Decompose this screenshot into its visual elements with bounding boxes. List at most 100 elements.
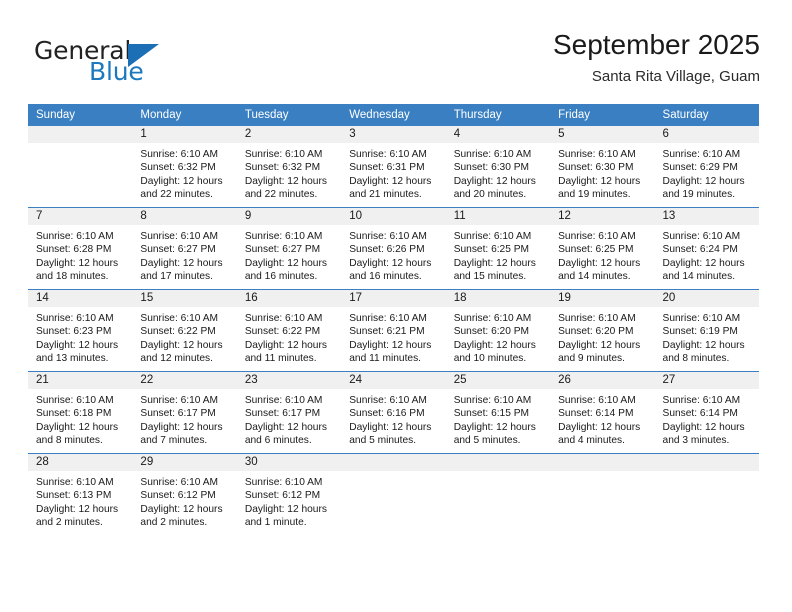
daylight-text-line1: Daylight: 12 hours bbox=[349, 257, 432, 269]
sunset-text: Sunset: 6:31 PM bbox=[349, 162, 425, 174]
day-details: Sunrise: 6:10 AM Sunset: 6:27 PM Daylight:… bbox=[237, 225, 341, 284]
day-cell[interactable]: 6 Sunrise: 6:10 AM Sunset: 6:29 PM Daylight… bbox=[654, 126, 759, 208]
daylight-text-line2: and 19 minutes. bbox=[662, 189, 736, 201]
day-number: 27 bbox=[654, 372, 759, 389]
sunset-text: Sunset: 6:14 PM bbox=[662, 408, 738, 420]
day-details: Sunrise: 6:10 AM Sunset: 6:30 PM Daylight:… bbox=[446, 143, 550, 202]
weekday-header-monday: Monday bbox=[132, 104, 237, 126]
daylight-text-line1: Daylight: 12 hours bbox=[453, 175, 536, 187]
day-number: 14 bbox=[28, 290, 133, 307]
day-cell[interactable]: 16 Sunrise: 6:10 AM Sunset: 6:22 PM Dayligh… bbox=[236, 289, 342, 372]
day-cell[interactable]: 11 Sunrise: 6:10 AM Sunset: 6:25 PM Dayligh… bbox=[445, 207, 551, 290]
day-details: Sunrise: 6:10 AM Sunset: 6:18 PM Daylight:… bbox=[28, 389, 132, 448]
general-blue-logo[interactable]: General Blue bbox=[28, 28, 288, 90]
sunrise-text: Sunrise: 6:10 AM bbox=[558, 313, 636, 324]
weekday-header-row: Sunday Monday Tuesday Wednesday Thursday… bbox=[28, 104, 759, 126]
day-cell[interactable]: 26 Sunrise: 6:10 AM Sunset: 6:14 PM Dayligh… bbox=[550, 371, 655, 454]
sunset-text: Sunset: 6:26 PM bbox=[349, 244, 425, 256]
day-cell[interactable] bbox=[341, 453, 446, 535]
day-number: 22 bbox=[132, 372, 237, 389]
sunrise-text: Sunrise: 6:10 AM bbox=[453, 395, 532, 406]
day-cell[interactable]: 7 Sunrise: 6:10 AM Sunset: 6:28 PM Daylight… bbox=[28, 207, 133, 290]
week-row-5: 28 Sunrise: 6:10 AM Sunset: 6:13 PM Dayligh… bbox=[28, 453, 759, 535]
day-details: Sunrise: 6:10 AM Sunset: 6:12 PM Daylight:… bbox=[132, 471, 236, 530]
day-cell[interactable]: 14 Sunrise: 6:10 AM Sunset: 6:23 PM Dayligh… bbox=[28, 289, 133, 372]
daylight-text-line2: and 10 minutes. bbox=[453, 353, 527, 365]
daylight-text-line2: and 2 minutes. bbox=[36, 517, 103, 529]
daylight-text-line1: Daylight: 12 hours bbox=[662, 339, 745, 351]
day-details: Sunrise: 6:10 AM Sunset: 6:21 PM Daylight:… bbox=[341, 307, 445, 366]
daylight-text-line1: Daylight: 12 hours bbox=[36, 503, 119, 515]
day-number: 29 bbox=[132, 454, 237, 471]
day-number: 23 bbox=[236, 372, 342, 389]
day-cell[interactable]: 17 Sunrise: 6:10 AM Sunset: 6:21 PM Dayligh… bbox=[341, 289, 446, 372]
day-cell[interactable]: 27 Sunrise: 6:10 AM Sunset: 6:14 PM Dayligh… bbox=[654, 371, 759, 454]
daylight-text-line1: Daylight: 12 hours bbox=[244, 175, 327, 187]
title-block: September 2025 Santa Rita Village, Guam bbox=[553, 28, 760, 86]
day-cell[interactable] bbox=[654, 453, 759, 535]
sunrise-text: Sunrise: 6:10 AM bbox=[140, 313, 219, 324]
sunrise-text: Sunrise: 6:10 AM bbox=[349, 149, 427, 160]
daylight-text-line2: and 7 minutes. bbox=[140, 435, 208, 447]
day-cell[interactable]: 2 Sunrise: 6:10 AM Sunset: 6:32 PM Daylight… bbox=[236, 126, 342, 208]
day-number: 17 bbox=[341, 290, 446, 307]
day-number: 5 bbox=[550, 126, 655, 143]
sunrise-text: Sunrise: 6:10 AM bbox=[140, 149, 219, 160]
day-cell[interactable]: 21 Sunrise: 6:10 AM Sunset: 6:18 PM Dayligh… bbox=[28, 371, 133, 454]
day-cell[interactable]: 28 Sunrise: 6:10 AM Sunset: 6:13 PM Dayligh… bbox=[28, 453, 133, 535]
day-cell[interactable]: 19 Sunrise: 6:10 AM Sunset: 6:20 PM Dayligh… bbox=[550, 289, 655, 372]
day-cell[interactable]: 24 Sunrise: 6:10 AM Sunset: 6:16 PM Dayligh… bbox=[341, 371, 446, 454]
day-cell[interactable]: 13 Sunrise: 6:10 AM Sunset: 6:24 PM Dayligh… bbox=[654, 207, 759, 290]
day-cell[interactable]: 4 Sunrise: 6:10 AM Sunset: 6:30 PM Daylight… bbox=[445, 126, 551, 208]
day-cell[interactable]: 12 Sunrise: 6:10 AM Sunset: 6:25 PM Dayligh… bbox=[550, 207, 655, 290]
day-cell[interactable]: 10 Sunrise: 6:10 AM Sunset: 6:26 PM Dayligh… bbox=[341, 207, 446, 290]
sunrise-text: Sunrise: 6:10 AM bbox=[453, 313, 532, 324]
day-cell[interactable]: 25 Sunrise: 6:10 AM Sunset: 6:15 PM Dayligh… bbox=[445, 371, 551, 454]
day-cell[interactable]: 3 Sunrise: 6:10 AM Sunset: 6:31 PM Daylight… bbox=[341, 126, 446, 208]
daylight-text-line1: Daylight: 12 hours bbox=[140, 257, 223, 269]
sunset-text: Sunset: 6:27 PM bbox=[244, 244, 321, 256]
sunset-text: Sunset: 6:17 PM bbox=[140, 408, 216, 420]
day-number bbox=[445, 454, 551, 471]
sunset-text: Sunset: 6:14 PM bbox=[558, 408, 634, 420]
day-cell[interactable]: 30 Sunrise: 6:10 AM Sunset: 6:12 PM Dayligh… bbox=[236, 453, 342, 535]
day-cell[interactable]: 5 Sunrise: 6:10 AM Sunset: 6:30 PM Daylight… bbox=[550, 126, 655, 208]
day-cell[interactable]: 20 Sunrise: 6:10 AM Sunset: 6:19 PM Dayligh… bbox=[654, 289, 759, 372]
day-details: Sunrise: 6:10 AM Sunset: 6:20 PM Daylight:… bbox=[446, 307, 550, 366]
sunset-text: Sunset: 6:20 PM bbox=[558, 326, 634, 338]
page-title: September 2025 bbox=[552, 29, 760, 60]
day-cell[interactable]: 8 Sunrise: 6:10 AM Sunset: 6:27 PM Daylight… bbox=[132, 207, 237, 290]
sunset-text: Sunset: 6:25 PM bbox=[558, 244, 634, 256]
day-cell[interactable]: 15 Sunrise: 6:10 AM Sunset: 6:22 PM Dayligh… bbox=[132, 289, 237, 372]
sunset-text: Sunset: 6:20 PM bbox=[453, 326, 530, 338]
weekday-header-saturday: Saturday bbox=[654, 104, 759, 126]
sunrise-text: Sunrise: 6:10 AM bbox=[349, 313, 427, 324]
day-cell[interactable]: 22 Sunrise: 6:10 AM Sunset: 6:17 PM Dayligh… bbox=[132, 371, 237, 454]
week-row-3: 14 Sunrise: 6:10 AM Sunset: 6:23 PM Dayligh… bbox=[28, 289, 759, 372]
weekday-header-sunday: Sunday bbox=[28, 104, 133, 126]
sunset-text: Sunset: 6:27 PM bbox=[140, 244, 216, 256]
day-cell[interactable]: 29 Sunrise: 6:10 AM Sunset: 6:12 PM Dayligh… bbox=[132, 453, 237, 535]
day-details: Sunrise: 6:10 AM Sunset: 6:24 PM Daylight:… bbox=[655, 225, 759, 284]
sunset-text: Sunset: 6:23 PM bbox=[36, 326, 112, 338]
daylight-text-line2: and 5 minutes. bbox=[349, 435, 417, 447]
sunrise-text: Sunrise: 6:10 AM bbox=[558, 395, 636, 406]
sunrise-text: Sunrise: 6:10 AM bbox=[662, 395, 741, 406]
sunset-text: Sunset: 6:32 PM bbox=[244, 162, 321, 174]
day-details: Sunrise: 6:10 AM Sunset: 6:32 PM Daylight:… bbox=[237, 143, 341, 202]
day-cell[interactable]: 23 Sunrise: 6:10 AM Sunset: 6:17 PM Dayligh… bbox=[236, 371, 342, 454]
day-cell[interactable]: 9 Sunrise: 6:10 AM Sunset: 6:27 PM Daylight… bbox=[236, 207, 342, 290]
daylight-text-line1: Daylight: 12 hours bbox=[453, 421, 536, 433]
day-cell[interactable] bbox=[28, 126, 133, 208]
weekday-header-tuesday: Tuesday bbox=[236, 104, 342, 126]
day-cell[interactable] bbox=[445, 453, 551, 535]
daylight-text-line1: Daylight: 12 hours bbox=[140, 339, 223, 351]
day-cell[interactable]: 18 Sunrise: 6:10 AM Sunset: 6:20 PM Dayligh… bbox=[445, 289, 551, 372]
daylight-text-line2: and 13 minutes. bbox=[36, 353, 109, 365]
day-cell[interactable] bbox=[550, 453, 655, 535]
daylight-text-line2: and 11 minutes. bbox=[349, 353, 422, 365]
daylight-text-line1: Daylight: 12 hours bbox=[662, 421, 745, 433]
daylight-text-line2: and 6 minutes. bbox=[244, 435, 312, 447]
day-cell[interactable]: 1 Sunrise: 6:10 AM Sunset: 6:32 PM Daylight… bbox=[132, 126, 237, 208]
daylight-text-line2: and 19 minutes. bbox=[558, 189, 631, 201]
